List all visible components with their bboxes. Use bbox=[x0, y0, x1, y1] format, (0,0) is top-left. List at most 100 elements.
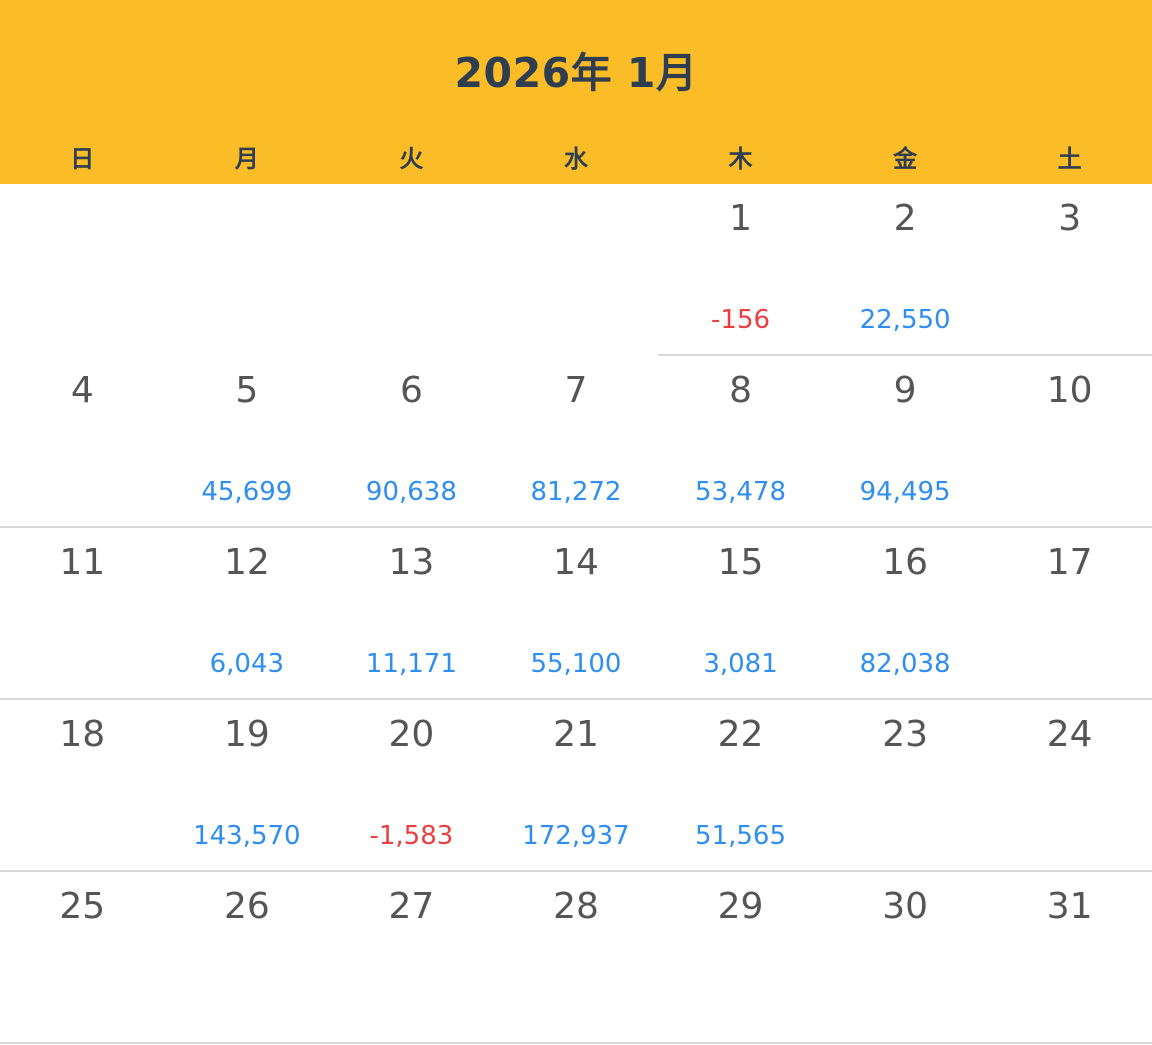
day-cell[interactable]: 12 6,043 bbox=[165, 528, 330, 700]
day-number: 6 bbox=[399, 370, 423, 411]
day-amount: 53,478 bbox=[695, 477, 787, 507]
day-number: 8 bbox=[729, 370, 752, 411]
day-cell[interactable]: 28 bbox=[494, 872, 659, 1044]
day-cell[interactable]: 29 bbox=[658, 872, 823, 1044]
day-number: 30 bbox=[882, 886, 928, 927]
day-amount: 94,495 bbox=[859, 477, 951, 507]
day-number: 2 bbox=[893, 198, 917, 239]
day-number: 20 bbox=[388, 714, 435, 755]
day-amount: 6,043 bbox=[209, 649, 285, 679]
day-cell[interactable]: 7 81,272 bbox=[494, 356, 659, 528]
day-amount: 172,937 bbox=[522, 821, 630, 851]
day-amount: 81,272 bbox=[530, 477, 622, 507]
calendar-week-row: 1 -156 2 22,550 3 bbox=[0, 184, 1152, 356]
empty-day-cell bbox=[165, 184, 330, 356]
empty-day-cell bbox=[329, 184, 494, 356]
weekday-row: 日 月 火 水 木 金 土 bbox=[0, 138, 1152, 180]
day-cell[interactable]: 16 82,038 bbox=[823, 528, 988, 700]
day-number: 22 bbox=[717, 714, 764, 755]
day-number: 19 bbox=[223, 714, 270, 755]
weekday-saturday: 土 bbox=[1057, 145, 1082, 173]
day-cell[interactable]: 6 90,638 bbox=[329, 356, 494, 528]
day-number: 18 bbox=[59, 714, 106, 755]
week-divider bbox=[0, 1042, 1152, 1044]
day-number: 26 bbox=[223, 886, 270, 927]
day-number: 4 bbox=[70, 370, 94, 411]
day-number: 13 bbox=[388, 542, 435, 583]
day-cell[interactable]: 10 bbox=[987, 356, 1152, 528]
calendar-week-row: 18 19 143,570 20 -1,583 21 172,937 22 51,565 23 24 bbox=[0, 700, 1152, 872]
calendar-header: 2026年 1月 日 月 火 水 木 金 土 bbox=[0, 0, 1152, 184]
day-number: 28 bbox=[553, 886, 599, 927]
empty-day-cell bbox=[494, 184, 659, 356]
day-amount: 90,638 bbox=[365, 477, 457, 507]
day-cell[interactable]: 11 bbox=[0, 528, 165, 700]
calendar-screen: 2026年 1月 日 月 火 水 木 金 土 1 -156 2 22,550 3 4 5 45… bbox=[0, 0, 1152, 1045]
day-cell[interactable]: 17 bbox=[987, 528, 1152, 700]
day-number: 17 bbox=[1046, 542, 1093, 583]
day-cell[interactable]: 20 -1,583 bbox=[329, 700, 494, 872]
day-number: 12 bbox=[223, 542, 270, 583]
weekday-thursday: 木 bbox=[728, 145, 753, 173]
day-cell[interactable]: 24 bbox=[987, 700, 1152, 872]
day-number: 29 bbox=[717, 886, 764, 927]
day-cell[interactable]: 14 55,100 bbox=[494, 528, 659, 700]
day-cell[interactable]: 26 bbox=[165, 872, 330, 1044]
calendar-week-row: 25 26 27 28 29 30 31 bbox=[0, 872, 1152, 1044]
day-cell[interactable]: 1 -156 bbox=[658, 184, 823, 356]
day-number: 3 bbox=[1058, 198, 1082, 239]
month-title[interactable]: 2026年 1月 bbox=[0, 44, 1152, 102]
day-cell[interactable]: 31 bbox=[987, 872, 1152, 1044]
day-amount: 55,100 bbox=[530, 649, 622, 679]
day-cell[interactable]: 19 143,570 bbox=[165, 700, 330, 872]
day-number: 9 bbox=[893, 370, 917, 411]
day-amount: 51,565 bbox=[695, 821, 787, 851]
day-amount: -1,583 bbox=[369, 821, 454, 851]
day-cell[interactable]: 15 3,081 bbox=[658, 528, 823, 700]
day-number: 5 bbox=[235, 370, 259, 411]
day-cell[interactable]: 3 bbox=[987, 184, 1152, 356]
day-number: 31 bbox=[1046, 886, 1093, 927]
day-cell[interactable]: 23 bbox=[823, 700, 988, 872]
day-cell[interactable]: 21 172,937 bbox=[494, 700, 659, 872]
day-cell[interactable]: 8 53,478 bbox=[658, 356, 823, 528]
day-cell[interactable]: 27 bbox=[329, 872, 494, 1044]
day-amount: 22,550 bbox=[859, 305, 951, 335]
weekday-monday: 月 bbox=[234, 145, 259, 173]
day-number: 27 bbox=[388, 886, 435, 927]
calendar-week-row: 4 5 45,699 6 90,638 7 81,272 8 53,478 9 94,495 10 bbox=[0, 356, 1152, 528]
day-cell[interactable]: 13 11,171 bbox=[329, 528, 494, 700]
day-number: 7 bbox=[564, 370, 588, 411]
day-amount: 45,699 bbox=[201, 477, 293, 507]
day-amount: 143,570 bbox=[193, 821, 301, 851]
day-number: 25 bbox=[59, 886, 106, 927]
day-cell[interactable]: 25 bbox=[0, 872, 165, 1044]
day-cell[interactable]: 9 94,495 bbox=[823, 356, 988, 528]
day-amount: 11,171 bbox=[365, 649, 457, 679]
weekday-wednesday: 水 bbox=[563, 145, 588, 173]
day-number: 14 bbox=[553, 542, 599, 583]
day-number: 16 bbox=[882, 542, 928, 583]
calendar-grid: 1 -156 2 22,550 3 4 5 45,699 6 90,638 7 81,272 8 53,4… bbox=[0, 184, 1152, 1044]
day-number: 23 bbox=[882, 714, 928, 755]
day-number: 15 bbox=[717, 542, 764, 583]
day-amount: 3,081 bbox=[703, 649, 778, 679]
day-amount: -156 bbox=[711, 305, 771, 335]
day-number: 21 bbox=[553, 714, 599, 755]
day-cell[interactable]: 2 22,550 bbox=[823, 184, 988, 356]
calendar-week-row: 11 12 6,043 13 11,171 14 55,100 15 3,081 16 82,038… bbox=[0, 528, 1152, 700]
day-cell[interactable]: 22 51,565 bbox=[658, 700, 823, 872]
day-number: 1 bbox=[729, 198, 752, 239]
weekday-sunday: 日 bbox=[70, 145, 95, 173]
day-amount: 82,038 bbox=[859, 649, 951, 679]
weekday-friday: 金 bbox=[893, 145, 918, 173]
day-cell[interactable]: 18 bbox=[0, 700, 165, 872]
weekday-tuesday: 火 bbox=[399, 145, 424, 173]
day-number: 10 bbox=[1046, 370, 1093, 411]
day-cell[interactable]: 30 bbox=[823, 872, 988, 1044]
day-cell[interactable]: 4 bbox=[0, 356, 165, 528]
day-cell[interactable]: 5 45,699 bbox=[165, 356, 330, 528]
empty-day-cell bbox=[0, 184, 165, 356]
day-number: 24 bbox=[1046, 714, 1093, 755]
day-number: 11 bbox=[59, 542, 106, 583]
